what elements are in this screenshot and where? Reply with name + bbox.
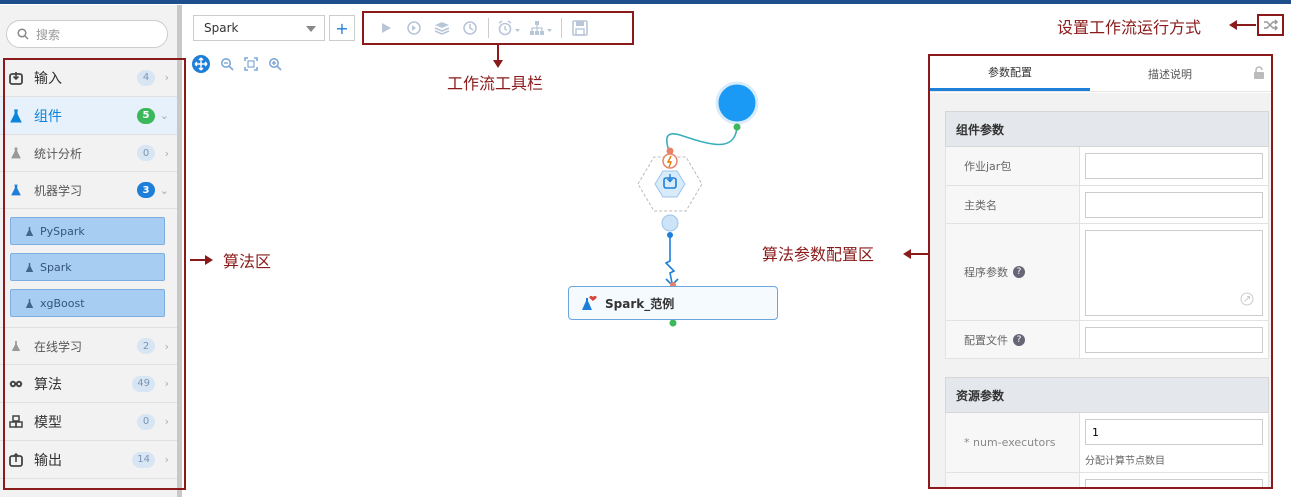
component-output-port <box>661 214 679 232</box>
field-hint: 分配计算节点数目 <box>1085 456 1165 467</box>
layers-icon[interactable] <box>428 17 456 39</box>
shuffle-icon <box>1263 19 1278 31</box>
help-icon[interactable]: ? <box>1013 333 1025 346</box>
lock-icon[interactable] <box>1253 66 1265 80</box>
help-icon[interactable]: ? <box>1013 266 1025 278</box>
field-row-main-class: 主类名 <box>945 186 1269 224</box>
annotation-run-mode: 设置工作流运行方式 <box>1057 18 1202 37</box>
annotation-algo-area: 算法区 <box>223 252 272 271</box>
panel-body: 组件参数 作业jar包 主类名 程序参数? 配置文件? 资源参数 * num-e… <box>930 93 1271 487</box>
field-row-next <box>945 473 1269 487</box>
config-file-input[interactable] <box>1085 327 1263 353</box>
panel-tabs: 参数配置 描述说明 <box>930 56 1271 92</box>
field-row-num-executors: * num-executors 分配计算节点数目 <box>945 413 1269 473</box>
top-accent-bar <box>0 0 1291 4</box>
next-field-input[interactable] <box>1085 479 1263 487</box>
search-icon <box>17 28 29 40</box>
program-args-textarea[interactable] <box>1085 230 1263 316</box>
search-placeholder: 搜索 <box>36 27 61 42</box>
edge-component-to-spark <box>664 235 676 284</box>
move-icon[interactable] <box>192 55 210 73</box>
field-label-text: 配置文件 <box>964 333 1008 347</box>
arrow-head-icon <box>205 255 213 265</box>
hierarchy-dropdown-icon[interactable] <box>525 17 557 39</box>
toolbar-divider <box>488 18 489 38</box>
field-label-text: * num-executors <box>964 436 1056 449</box>
workflow-select[interactable]: Spark <box>193 15 325 41</box>
node-label: Spark_范例 <box>605 296 675 311</box>
field-label-text: 主类名 <box>964 198 997 212</box>
field-label: 配置文件? <box>946 321 1080 358</box>
start-node[interactable] <box>715 81 759 125</box>
section-component-params: 组件参数 <box>945 111 1269 147</box>
num-executors-input[interactable] <box>1085 419 1263 445</box>
section-resource-params: 资源参数 <box>945 377 1269 413</box>
field-row-config-file: 配置文件? <box>945 321 1269 359</box>
annotation-toolbar: 工作流工具栏 <box>447 74 544 93</box>
workflow-select-value: Spark <box>204 21 239 35</box>
annotation-arrow-run-mode <box>1236 24 1256 26</box>
add-workflow-button[interactable]: + <box>329 15 355 41</box>
toolbar-divider <box>561 18 562 38</box>
spark-example-node[interactable]: Spark_范例 <box>568 286 778 320</box>
zoom-in-icon[interactable] <box>268 57 282 71</box>
run-icon[interactable] <box>372 17 400 39</box>
field-label-text: 程序参数 <box>964 266 1008 279</box>
annotation-param-area: 算法参数配置区 <box>762 245 875 264</box>
jar-input[interactable] <box>1085 153 1263 179</box>
field-label: 程序参数? <box>946 224 1080 320</box>
step-run-icon[interactable] <box>400 17 428 39</box>
caret-down-icon <box>306 26 316 32</box>
clock-icon[interactable] <box>456 17 484 39</box>
field-row-jar: 作业jar包 <box>945 147 1269 186</box>
alarm-dropdown-icon[interactable] <box>493 17 525 39</box>
main-class-input[interactable] <box>1085 192 1263 218</box>
field-label <box>946 473 1080 487</box>
field-label-text: 作业jar包 <box>964 160 1012 173</box>
search-box[interactable]: 搜索 <box>6 20 168 48</box>
start-output-port <box>733 123 741 131</box>
field-label: 作业jar包 <box>946 147 1080 185</box>
field-label: * num-executors <box>946 413 1080 472</box>
param-config-panel: 参数配置 描述说明 组件参数 作业jar包 主类名 程序参数? 配置文件? 资源… <box>928 54 1273 489</box>
algorithm-area-highlight <box>3 58 186 490</box>
canvas-tools <box>192 55 282 73</box>
arrow-head-icon <box>493 60 503 68</box>
edge-start-to-component <box>665 126 738 156</box>
expand-icon[interactable] <box>1240 292 1254 306</box>
field-label: 主类名 <box>946 186 1080 223</box>
run-mode-button[interactable] <box>1257 14 1284 36</box>
workflow-toolbar <box>362 11 634 45</box>
field-row-program-args: 程序参数? <box>945 224 1269 321</box>
tab-param-config[interactable]: 参数配置 <box>930 56 1090 91</box>
zoom-out-icon[interactable] <box>220 57 234 71</box>
flask-heart-icon <box>582 295 597 310</box>
annotation-arrow-param <box>910 253 928 255</box>
tab-description[interactable]: 描述说明 <box>1090 56 1250 91</box>
save-icon[interactable] <box>566 17 594 39</box>
fit-screen-icon[interactable] <box>244 57 258 71</box>
